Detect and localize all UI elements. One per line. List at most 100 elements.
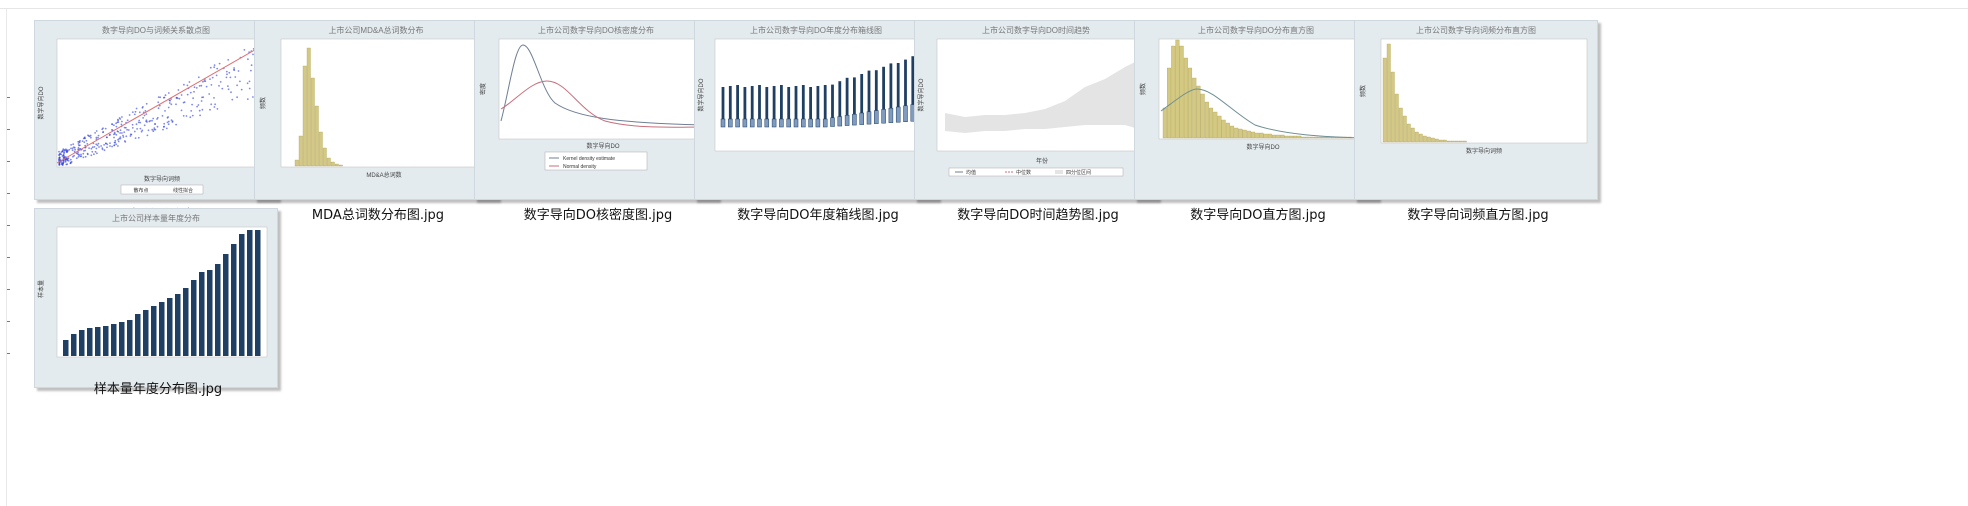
- histogram-bar: [1462, 140, 1467, 143]
- scatter-point: [201, 96, 203, 99]
- scatter-point: [122, 134, 124, 137]
- box: [837, 116, 843, 127]
- scatter-point: [162, 128, 164, 131]
- image-thumbnail[interactable]: 上市公司数字导向词频分布直方图 数字导向词频 频数: [1354, 20, 1598, 200]
- scatter-point: [66, 158, 69, 161]
- scatter-point: [93, 146, 96, 148]
- histogram-bar: [1246, 130, 1251, 139]
- image-thumbnail[interactable]: 上市公司数字导向DO分布直方图 数字导向DO 频数: [1134, 20, 1378, 200]
- file-item[interactable]: 上市公司数字导向DO分布直方图 数字导向DO 频数 数字导向DO直方图.jpg: [1128, 18, 1378, 228]
- scatter-point: [167, 106, 170, 109]
- year-bar: [191, 280, 197, 356]
- scatter-point: [105, 142, 107, 145]
- preview-title: 上市公司数字导向词频分布直方图: [1416, 25, 1536, 35]
- file-item[interactable]: 上市公司数字导向DO年度分布箱线图 数字导向DO 数字导向DO年度箱线图.jpg: [688, 18, 938, 228]
- histogram-bar: [1309, 136, 1314, 139]
- scatter-point: [117, 119, 119, 122]
- histogram-bar: [1454, 140, 1459, 143]
- scatter-point: [167, 116, 170, 118]
- box: [866, 111, 872, 125]
- scatter-point: [209, 108, 211, 111]
- image-thumbnail[interactable]: 数字导向DO与词频关系散点图 数字导向词频 数字导向DO 散布点 线性拟合: [34, 20, 278, 200]
- histogram-bar: [294, 159, 299, 167]
- scatter-point: [203, 80, 206, 82]
- scatter-point: [196, 105, 199, 108]
- gutter-tick: [7, 353, 10, 354]
- file-item[interactable]: 上市公司数字导向DO核密度分布 数字导向DO 密度 Kernel density…: [468, 18, 718, 228]
- scatter-point: [164, 94, 167, 97]
- navigation-pane-edge[interactable]: [6, 9, 10, 506]
- histogram-bar: [1238, 128, 1243, 139]
- box: [764, 118, 770, 128]
- scatter-point: [136, 128, 138, 130]
- scatter-point: [131, 123, 134, 126]
- scatter-point: [183, 83, 185, 86]
- histogram-bar: [1217, 115, 1222, 139]
- histogram-bar: [1192, 77, 1197, 139]
- scatter-point: [152, 130, 155, 133]
- scatter-point: [117, 138, 119, 141]
- scatter-point: [84, 149, 87, 152]
- year-bar: [175, 294, 181, 356]
- preview-title: 上市公司数字导向DO时间趋势: [982, 25, 1090, 35]
- scatter-point: [98, 146, 100, 148]
- year-bar: [159, 302, 165, 356]
- file-item[interactable]: 上市公司MD&A总词数分布 MD&A总词数 频数 MDA总词数分布图.jpg: [248, 18, 498, 228]
- file-item[interactable]: 数字导向DO与词频关系散点图 数字导向词频 数字导向DO 散布点 线性拟合 DO…: [28, 18, 278, 228]
- preview-title: 上市公司数字导向DO分布直方图: [1198, 25, 1314, 35]
- gutter-tick: [7, 289, 10, 290]
- scatter-point: [78, 141, 81, 143]
- scatter-point: [125, 135, 128, 138]
- scatter-point: [113, 124, 115, 127]
- box: [771, 118, 777, 128]
- scatter-point: [190, 110, 193, 112]
- scatter-point: [90, 136, 92, 139]
- scatter-point: [210, 84, 213, 86]
- scatter-point: [237, 70, 240, 72]
- chart-preview: 上市公司数字导向词频分布直方图 数字导向词频 频数: [1359, 25, 1588, 155]
- histogram-bar: [1213, 111, 1218, 139]
- scatter-point: [145, 119, 148, 122]
- scatter-point: [120, 123, 123, 126]
- image-thumbnail[interactable]: 上市公司数字导向DO年度分布箱线图 数字导向DO: [694, 20, 938, 200]
- year-bar: [143, 310, 149, 356]
- scatter-point: [114, 139, 117, 142]
- box: [895, 106, 901, 123]
- scatter-point: [84, 155, 87, 158]
- scatter-point: [183, 101, 186, 103]
- file-name[interactable]: 数字导向词频直方图.jpg: [1348, 204, 1608, 223]
- scatter-point: [163, 125, 166, 128]
- scatter-point: [143, 114, 146, 117]
- scatter-point: [151, 128, 154, 131]
- image-thumbnail[interactable]: 上市公司数字导向DO时间趋势 年份 数字导向DO 均值 中位数 四分位区间: [914, 20, 1158, 200]
- file-item[interactable]: 上市公司数字导向DO时间趋势 年份 数字导向DO 均值 中位数 四分位区间 数字…: [908, 18, 1158, 228]
- year-bar: [111, 324, 117, 356]
- histogram-bar: [1221, 119, 1226, 139]
- preview-ylabel: 频数: [1359, 85, 1367, 97]
- histogram-bar: [1267, 133, 1272, 139]
- scatter-point: [213, 97, 215, 99]
- scatter-point: [109, 145, 111, 147]
- scatter-point: [102, 131, 104, 134]
- scatter-point: [168, 99, 171, 102]
- scatter-point: [234, 76, 237, 78]
- preview-xlabel: 数字导向DO: [1246, 143, 1279, 151]
- histogram-bar: [1450, 140, 1455, 143]
- file-item[interactable]: 上市公司样本量年度分布 样本量 样本量年度分布图.jpg: [28, 208, 278, 438]
- histogram-bar: [310, 77, 315, 167]
- scatter-point: [58, 157, 60, 160]
- scatter-point: [200, 84, 203, 87]
- image-thumbnail[interactable]: 上市公司数字导向DO核密度分布 数字导向DO 密度 Kernel density…: [474, 20, 718, 200]
- scatter-point: [60, 151, 63, 154]
- file-item[interactable]: 上市公司数字导向词频分布直方图 数字导向词频 频数 数字导向词频直方图.jpg: [1348, 18, 1598, 228]
- scatter-point: [231, 98, 234, 101]
- image-thumbnail[interactable]: 上市公司MD&A总词数分布 MD&A总词数 频数: [254, 20, 498, 200]
- histogram-bar: [322, 147, 327, 167]
- image-thumbnail[interactable]: 上市公司样本量年度分布 样本量: [34, 208, 278, 388]
- file-browser-window: 数字导向DO与词频关系散点图 数字导向词频 数字导向DO 散布点 线性拟合 DO…: [0, 0, 1968, 506]
- histogram-bar: [1386, 43, 1391, 143]
- scatter-point: [95, 143, 98, 146]
- file-name[interactable]: 样本量年度分布图.jpg: [28, 378, 288, 397]
- year-bar: [87, 328, 93, 356]
- scatter-point: [106, 146, 108, 149]
